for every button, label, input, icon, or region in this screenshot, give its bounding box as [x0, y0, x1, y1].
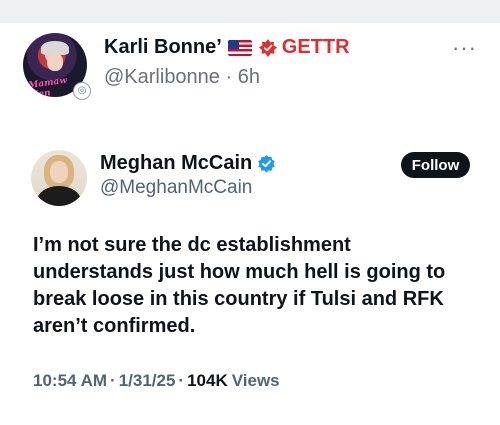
follow-button[interactable]: Follow [401, 152, 470, 178]
post-handle[interactable]: @Karlibonne [104, 66, 220, 88]
meta-separator: · [110, 371, 116, 390]
platform-label: GETTR [281, 36, 350, 58]
embedded-author-avatar[interactable] [31, 150, 87, 206]
post-author-name[interactable]: Karli Bonne’ [104, 36, 222, 59]
meta-separator: · [178, 371, 185, 390]
post-author-row: Karli Bonne’ GETTR [104, 36, 350, 59]
embedded-author-handle[interactable]: @MeghanMcCain [100, 177, 252, 199]
views-count: 104K [187, 371, 228, 390]
handle-separator: · [225, 66, 233, 88]
post-handle-row: @Karlibonne · 6h [104, 66, 260, 89]
more-options-icon[interactable]: ··· [452, 37, 477, 59]
embedded-author-name[interactable]: Meghan McCain [100, 152, 252, 175]
tweet-meta-row: 10:54 AM · 1/31/25 · 104K Views [33, 371, 280, 391]
top-divider-band [0, 0, 500, 23]
tweet-text: I’m not sure the dc establishment unders… [33, 234, 446, 337]
gettr-logo-icon [258, 38, 277, 57]
tweet-time[interactable]: 10:54 AM [33, 371, 107, 391]
tweet-date[interactable]: 1/31/25 [119, 371, 176, 391]
post-age: 6h [237, 66, 260, 88]
views-label: Views [231, 371, 280, 390]
embedded-author-row: Meghan McCain [100, 152, 276, 175]
verified-badge-icon [258, 154, 276, 173]
avatar-badge-icon: ◎ [73, 82, 91, 100]
us-flag-icon [227, 39, 252, 56]
